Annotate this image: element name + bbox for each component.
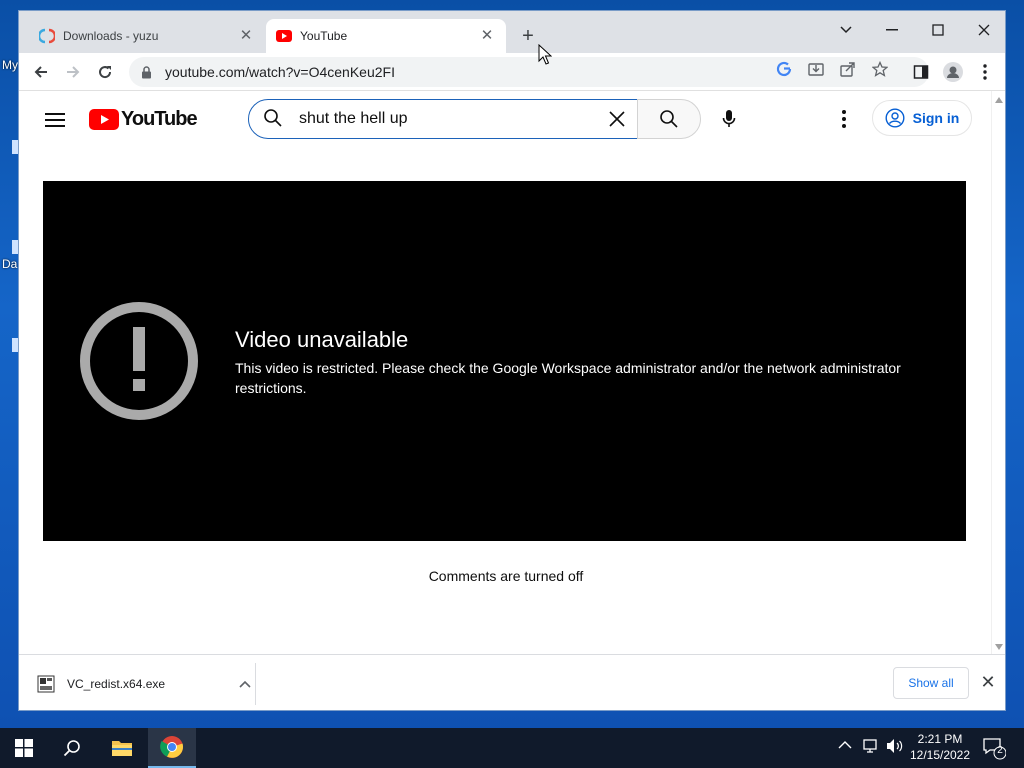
logo-text: YouTube [121, 107, 198, 130]
minimize-button[interactable] [869, 15, 915, 45]
tab-title: YouTube [300, 29, 348, 43]
chevron-up-icon[interactable] [239, 677, 255, 691]
voice-search-button[interactable] [709, 99, 749, 139]
system-clock[interactable]: 2:21 PM 12/15/2022 [904, 731, 976, 763]
tab-close-icon[interactable]: ✕ [237, 27, 255, 45]
file-explorer-button[interactable] [98, 728, 146, 768]
maximize-button[interactable] [915, 15, 961, 45]
microphone-icon [722, 110, 736, 127]
video-player[interactable]: Video unavailable This video is restrict… [43, 181, 966, 541]
page-scrollbar[interactable] [991, 91, 1005, 654]
youtube-header: YouTube shut the hell up Sign in [19, 91, 993, 147]
downloads-bar: VC_redist.x64.exe Show all ✕ [19, 654, 1005, 710]
tab-youtube[interactable]: YouTube ✕ [266, 19, 506, 53]
account-icon [885, 108, 905, 128]
profile-avatar-icon[interactable] [939, 58, 967, 86]
browser-toolbar: youtube.com/watch?v=O4cenKeu2FI [19, 53, 1005, 91]
search-query[interactable]: shut the hell up [299, 110, 597, 128]
forward-button[interactable] [59, 58, 87, 86]
network-icon[interactable] [862, 738, 880, 757]
installer-file-icon [37, 675, 55, 693]
url-text: youtube.com/watch?v=O4cenKeu2FI [165, 64, 395, 80]
clear-search-icon[interactable] [597, 100, 637, 138]
install-app-icon[interactable] [807, 60, 825, 78]
search-icon [263, 108, 285, 130]
comments-status: Comments are turned off [428, 568, 584, 584]
show-hidden-icons-chevron-icon[interactable] [838, 738, 852, 753]
hamburger-menu-icon[interactable] [43, 109, 67, 129]
scroll-down-icon[interactable] [995, 644, 1003, 650]
notification-count: 2 [997, 745, 1003, 756]
start-button[interactable] [0, 728, 48, 768]
youtube-icon [276, 28, 292, 44]
google-translate-icon[interactable] [775, 60, 793, 78]
search-input[interactable]: shut the hell up [248, 99, 638, 139]
tab-close-icon[interactable]: ✕ [478, 27, 496, 45]
tab-search-chevron-icon[interactable] [823, 15, 869, 45]
settings-menu-icon[interactable] [829, 103, 859, 135]
download-item[interactable]: VC_redist.x64.exe [37, 669, 255, 699]
download-file-name: VC_redist.x64.exe [67, 677, 166, 691]
tab-downloads-yuzu[interactable]: Downloads - yuzu ✕ [29, 19, 265, 53]
youtube-logo[interactable]: YouTube [89, 106, 198, 132]
folder-icon [112, 741, 132, 756]
exclamation-circle-icon [80, 302, 198, 420]
bookmark-star-icon[interactable] [871, 60, 889, 78]
search-button[interactable] [637, 99, 701, 139]
sign-in-label: Sign in [912, 110, 960, 126]
error-title: Video unavailable [235, 327, 409, 352]
error-message: This video is restricted. Please check t… [235, 360, 901, 396]
browser-window: Downloads - yuzu ✕ YouTube ✕ + youtube.c… [18, 10, 1006, 711]
taskbar: 2:21 PM 12/15/2022 2 [0, 728, 1024, 768]
desktop-icon-label: My [2, 58, 18, 72]
show-all-button[interactable]: Show all [893, 667, 969, 699]
volume-icon[interactable] [886, 738, 904, 757]
chrome-menu-icon[interactable] [971, 58, 999, 86]
mouse-cursor-icon [538, 44, 552, 65]
chrome-icon [160, 736, 184, 758]
close-window-button[interactable] [961, 15, 1005, 45]
lock-icon[interactable] [141, 65, 157, 79]
side-panel-icon[interactable] [907, 58, 935, 86]
yuzu-logo-icon [39, 28, 55, 44]
action-center-button[interactable]: 2 [982, 736, 1007, 760]
taskbar-search-button[interactable] [48, 728, 96, 768]
chrome-taskbar-button[interactable] [148, 728, 196, 768]
tab-title: Downloads - yuzu [63, 29, 159, 43]
clock-date: 12/15/2022 [909, 748, 971, 762]
search-icon [63, 740, 80, 757]
scroll-up-icon[interactable] [995, 97, 1003, 103]
search-icon [660, 110, 678, 128]
close-downloads-bar-icon[interactable]: ✕ [977, 671, 999, 693]
reload-button[interactable] [91, 58, 119, 86]
sign-in-button[interactable]: Sign in [872, 100, 972, 136]
back-button[interactable] [27, 58, 55, 86]
youtube-page: YouTube shut the hell up Sign in Video u… [19, 91, 993, 654]
divider [255, 663, 256, 705]
share-icon[interactable] [839, 60, 857, 78]
tab-strip: Downloads - yuzu ✕ YouTube ✕ + [19, 11, 1005, 53]
clock-time: 2:21 PM [917, 732, 963, 746]
desktop-icon-label: Da [2, 257, 18, 271]
windows-logo-icon [15, 739, 33, 757]
new-tab-button[interactable]: + [516, 25, 540, 49]
youtube-play-icon [89, 108, 119, 130]
